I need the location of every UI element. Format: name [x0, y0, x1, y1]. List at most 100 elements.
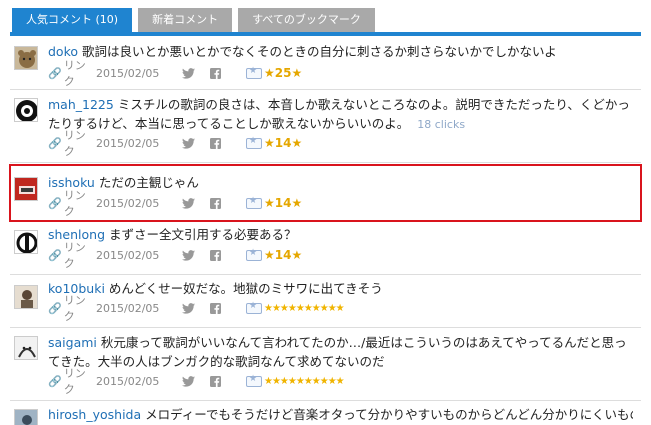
link-icon: 🔗 — [48, 136, 62, 150]
comment-date: 2015/02/05 — [96, 196, 160, 210]
link-label: リンク — [63, 129, 86, 158]
tab-popular-comments[interactable]: 人気コメント (10) — [12, 8, 133, 32]
avatar[interactable] — [14, 230, 38, 254]
twitter-share-button[interactable] — [182, 249, 210, 261]
link-button[interactable]: 🔗 リンク — [48, 127, 96, 159]
link-label: リンク — [63, 367, 86, 396]
facebook-icon — [210, 302, 221, 314]
comment-meta: 🔗リンク 2015/02/05 ★14★ — [48, 129, 302, 158]
twitter-icon — [182, 67, 195, 79]
comment-text: ミスチルの歌詞の良さは、本音しか歌えないところなのよ。説明できただったり、くどか… — [48, 97, 630, 131]
username-link[interactable]: hirosh_yoshida — [48, 407, 141, 422]
facebook-icon — [210, 197, 221, 209]
facebook-share-button[interactable] — [210, 137, 246, 149]
twitter-icon — [182, 302, 195, 314]
comment-text: めんどくせー奴だな。地獄のミサワに出てきそう — [108, 281, 383, 296]
link-icon: 🔗 — [48, 196, 62, 210]
comment-text: 秋元康って歌詞がいいなんて言われてたのか…/最近はこういうのはあえてやってるんだ… — [48, 335, 627, 369]
list-item: doko 歌詞は良いとか悪いとかでなくそのときの自分に刺さるか刺さらないかでしか… — [10, 36, 641, 90]
star-count: ★★★★★★★★★★ — [264, 302, 345, 314]
comment-body: saigami 秋元康って歌詞がいいなんて言われてたのか…/最近はこういうのはあ… — [48, 333, 633, 371]
star-button[interactable]: ★14★ — [246, 196, 302, 210]
twitter-share-button[interactable] — [182, 302, 210, 314]
facebook-icon — [210, 375, 221, 387]
link-button[interactable]: 🔗 リンク — [48, 365, 96, 397]
facebook-share-button[interactable] — [210, 197, 246, 209]
add-star-icon — [246, 301, 262, 314]
link-button[interactable]: 🔗 リンク — [48, 187, 96, 219]
comment-meta: 🔗リンク 2015/02/05 ★25★ — [48, 59, 302, 88]
facebook-share-button[interactable] — [210, 302, 246, 314]
link-button[interactable]: 🔗 リンク — [48, 292, 96, 324]
add-star-icon — [246, 374, 262, 387]
twitter-icon — [182, 137, 195, 149]
star-count: ★★★★★★★★★★ — [264, 375, 345, 387]
avatar[interactable] — [14, 409, 38, 425]
link-label: リンク — [63, 59, 86, 88]
twitter-icon — [182, 249, 195, 261]
twitter-share-button[interactable] — [182, 67, 210, 79]
star-button[interactable]: ★ ★★★★★★★★★ — [246, 374, 345, 387]
comment-text: 歌詞は良いとか悪いとかでなくそのときの自分に刺さるか刺さらないかでしかないよ — [82, 44, 557, 59]
comment-body: mah_1225 ミスチルの歌詞の良さは、本音しか歌えないところなのよ。説明でき… — [48, 95, 633, 134]
star-button[interactable]: ★14★ — [246, 248, 302, 262]
link-icon: 🔗 — [48, 374, 62, 388]
facebook-icon — [210, 137, 221, 149]
comment-meta: 🔗リンク 2015/02/05 ★14★ — [48, 189, 302, 218]
link-label: リンク — [63, 189, 86, 218]
twitter-share-button[interactable] — [182, 137, 210, 149]
tab-new-comments[interactable]: 新着コメント — [138, 8, 233, 32]
comment-body: isshoku ただの主観じゃん — [48, 173, 633, 192]
avatar[interactable] — [14, 46, 38, 70]
comment-text: まずさー全文引用する必要ある？ — [109, 227, 297, 242]
avatar[interactable] — [14, 177, 38, 201]
star-count: ★14★ — [264, 248, 303, 262]
star-button[interactable]: ★25★ — [246, 66, 302, 80]
avatar[interactable] — [14, 98, 38, 122]
star-button[interactable]: ★ ★★★★★★★★★ — [246, 301, 345, 314]
comment-date: 2015/02/05 — [96, 66, 160, 80]
list-item: ko10buki めんどくせー奴だな。地獄のミサワに出てきそう 🔗 リンク 201… — [10, 275, 641, 328]
comment-meta: 🔗 リンク 2015/02/05 ★ ★★★★★★★★★ — [48, 294, 345, 323]
link-button[interactable]: 🔗 リンク — [48, 57, 96, 89]
twitter-icon — [182, 375, 195, 387]
comment-date: 2015/02/05 — [96, 301, 160, 315]
facebook-share-button[interactable] — [210, 67, 246, 79]
list-item: mah_1225 ミスチルの歌詞の良さは、本音しか歌えないところなのよ。説明でき… — [10, 90, 641, 163]
add-star-icon — [246, 66, 262, 79]
comment-body: ko10buki めんどくせー奴だな。地獄のミサワに出てきそう — [48, 279, 633, 298]
facebook-share-button[interactable] — [210, 249, 246, 261]
twitter-icon — [182, 197, 195, 209]
avatar[interactable] — [14, 285, 38, 309]
click-count[interactable]: 18 clicks — [417, 118, 465, 131]
comment-body: hirosh_yoshida メロディーでもそうだけど音楽オタって分かりやすいも… — [48, 405, 633, 424]
avatar[interactable] — [14, 336, 38, 360]
link-label: リンク — [63, 241, 86, 270]
link-icon: 🔗 — [48, 301, 62, 315]
comment-body: doko 歌詞は良いとか悪いとかでなくそのときの自分に刺さるか刺さらないかでしか… — [48, 42, 633, 61]
comment-list: doko 歌詞は良いとか悪いとかでなくそのときの自分に刺さるか刺さらないかでしか… — [9, 36, 642, 425]
link-icon: 🔗 — [48, 66, 62, 80]
star-count: ★14★ — [264, 136, 303, 150]
facebook-share-button[interactable] — [210, 375, 246, 387]
username-link[interactable]: mah_1225 — [48, 97, 114, 112]
star-button[interactable]: ★14★ — [246, 136, 302, 150]
facebook-icon — [210, 249, 221, 261]
star-count: ★25★ — [264, 66, 303, 80]
comment-body: shenlong まずさー全文引用する必要ある？ — [48, 225, 633, 244]
list-item: isshoku ただの主観じゃん 🔗リンク 2015/02/05 ★14★ — [9, 164, 642, 222]
comment-date: 2015/02/05 — [96, 248, 160, 262]
tab-all-bookmarks[interactable]: すべてのブックマーク — [238, 8, 375, 32]
list-item: shenlong まずさー全文引用する必要ある？ 🔗 リンク 2015/02/05… — [10, 221, 641, 275]
star-count: ★14★ — [264, 196, 303, 210]
twitter-share-button[interactable] — [182, 197, 210, 209]
username-link[interactable]: saigami — [48, 335, 97, 350]
comment-meta: 🔗 リンク 2015/02/05 ★ ★★★★★★★★★ — [48, 367, 345, 396]
link-label: リンク — [63, 294, 86, 323]
twitter-share-button[interactable] — [182, 375, 210, 387]
list-item: hirosh_yoshida メロディーでもそうだけど音楽オタって分かりやすいも… — [10, 401, 641, 425]
facebook-icon — [210, 67, 221, 79]
link-button[interactable]: 🔗 リンク — [48, 239, 96, 271]
comment-date: 2015/02/05 — [96, 136, 160, 150]
comment-meta: 🔗リンク 2015/02/05 ★14★ — [48, 241, 302, 270]
